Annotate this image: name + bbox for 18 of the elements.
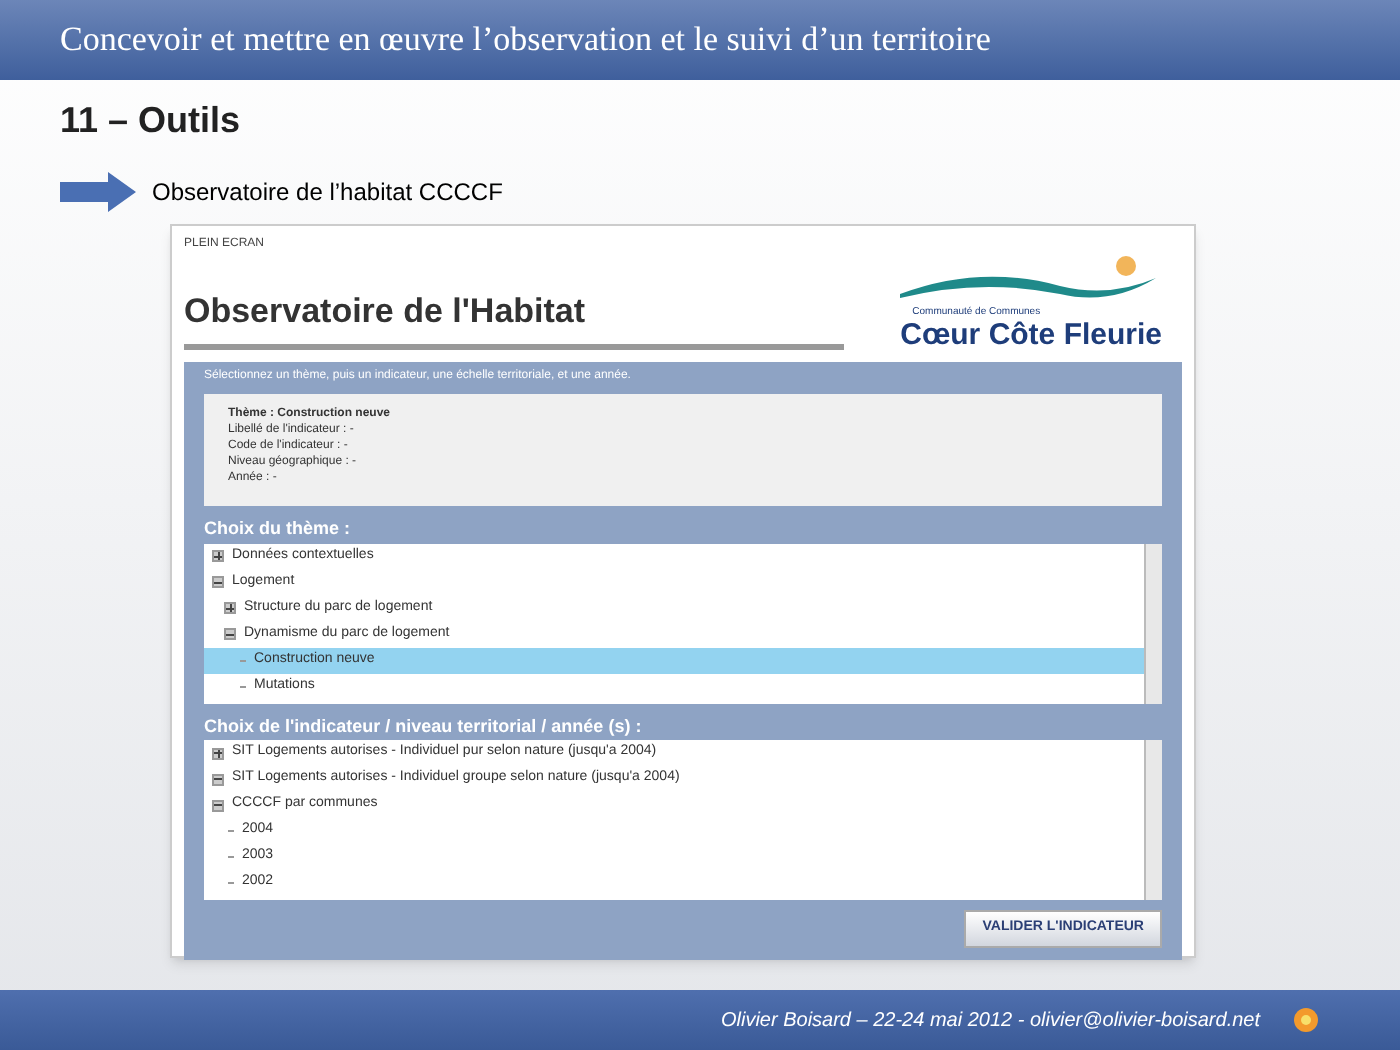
expand-icon bbox=[224, 602, 236, 614]
collapse-icon bbox=[212, 799, 224, 811]
collapse-icon bbox=[212, 773, 224, 785]
collapse-icon bbox=[212, 576, 224, 588]
section-title: Choix du thème : bbox=[204, 516, 351, 542]
bullet-text: Observatoire de l’habitat CCCCF bbox=[152, 175, 503, 209]
arrow-icon bbox=[60, 171, 136, 211]
footer-text: Olivier Boisard – 22-24 mai 2012 - olivier@olivier-boisard.net bbox=[720, 1007, 1260, 1035]
logo-name: Cœur Côte Fleurie bbox=[900, 320, 1162, 350]
collapse-icon bbox=[224, 628, 236, 640]
slide-heading: 11 – Outils bbox=[60, 98, 241, 143]
app-title: Observatoire de l'Habitat bbox=[184, 289, 586, 333]
scrollbar[interactable] bbox=[1144, 740, 1162, 900]
slide-title: Concevoir et mettre en œuvre l’observation et le suivi d’un territoire bbox=[60, 18, 991, 63]
expand-icon bbox=[212, 747, 224, 759]
scrollbar[interactable] bbox=[1144, 543, 1162, 703]
expand-icon bbox=[212, 550, 224, 562]
section-title: Choix de l'indicateur / niveau territorial / année (s) : bbox=[204, 713, 642, 740]
